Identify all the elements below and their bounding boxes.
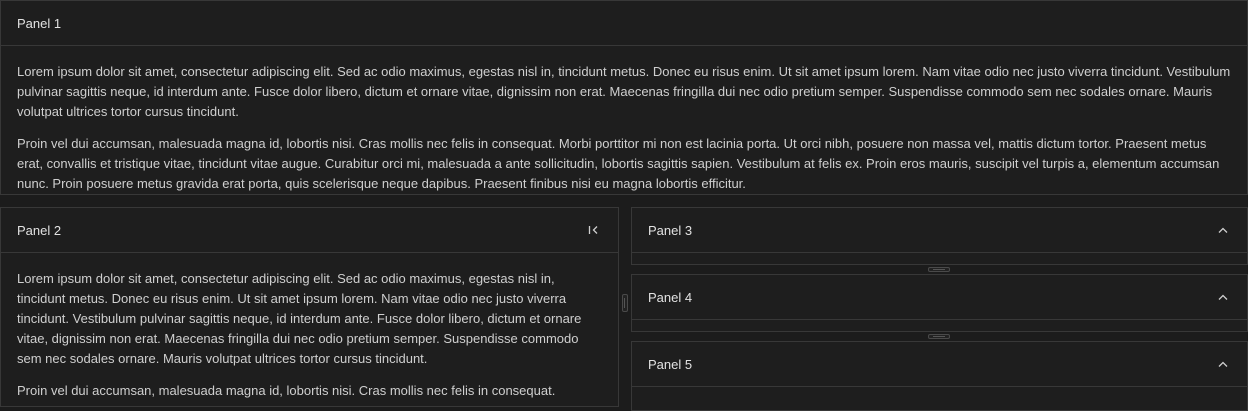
chevron-up-icon[interactable] [1215, 356, 1231, 372]
panel-2-body: Lorem ipsum dolor sit amet, consectetur … [1, 253, 618, 406]
panel-5-header[interactable]: Panel 5 [632, 342, 1247, 387]
panel-3-title: Panel 3 [648, 222, 693, 238]
panel-3: Panel 3 [631, 207, 1248, 265]
chevron-up-icon[interactable] [1215, 289, 1231, 305]
panel-4-header[interactable]: Panel 4 [632, 275, 1247, 320]
panel-1-paragraph-1: Lorem ipsum dolor sit amet, consectetur … [17, 64, 1231, 119]
panel-1-body: Lorem ipsum dolor sit amet, consectetur … [1, 46, 1247, 194]
panel-4-title: Panel 4 [648, 289, 693, 305]
panel-4: Panel 4 [631, 274, 1248, 332]
collapse-left-icon[interactable] [586, 222, 602, 238]
panel-5: Panel 5 [631, 341, 1248, 411]
chevron-up-icon[interactable] [1215, 222, 1231, 238]
horizontal-resize-handle-4-5[interactable] [928, 334, 950, 339]
panel-1-header: Panel 1 [1, 1, 1247, 46]
panel-1: Panel 1 Lorem ipsum dolor sit amet, cons… [0, 0, 1248, 195]
panel-2-paragraph-1: Lorem ipsum dolor sit amet, consectetur … [17, 271, 582, 366]
panel-2-paragraph-2: Proin vel dui accumsan, malesuada magna … [17, 383, 556, 398]
panel-5-title: Panel 5 [648, 356, 693, 372]
panel-2-header: Panel 2 [1, 208, 618, 253]
panel-2: Panel 2 Lorem ipsum dolor sit amet, cons… [0, 207, 619, 407]
panel-2-title: Panel 2 [17, 222, 62, 238]
horizontal-resize-handle-3-4[interactable] [928, 267, 950, 272]
panel-1-title: Panel 1 [17, 15, 62, 31]
panel-1-paragraph-2: Proin vel dui accumsan, malesuada magna … [17, 136, 1220, 191]
panel-3-header[interactable]: Panel 3 [632, 208, 1247, 253]
vertical-resize-handle[interactable] [622, 294, 628, 312]
